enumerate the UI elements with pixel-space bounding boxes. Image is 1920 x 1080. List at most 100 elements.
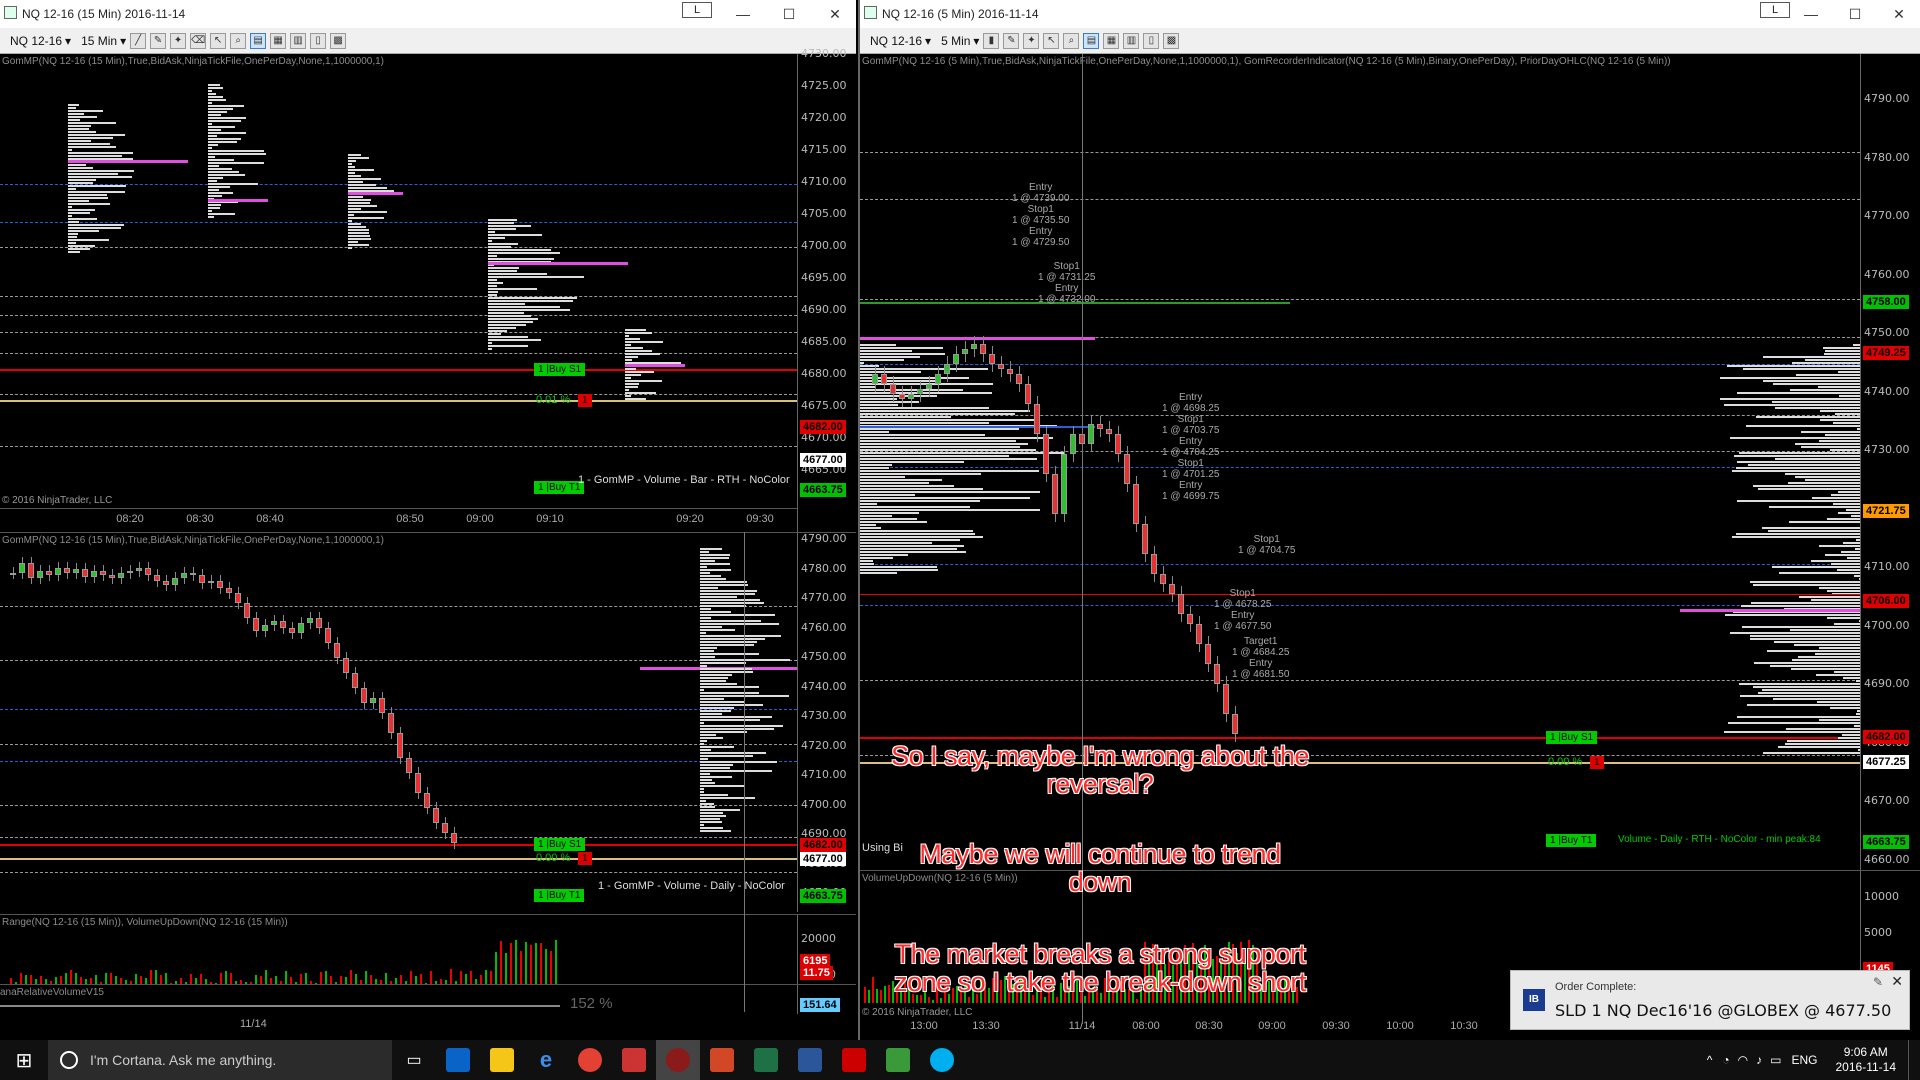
minimize-button[interactable]: — xyxy=(720,0,766,28)
task-view-icon[interactable]: ▭ xyxy=(392,1040,436,1080)
tws-icon[interactable] xyxy=(612,1040,656,1080)
close-button[interactable]: ✕ xyxy=(812,0,856,28)
clock[interactable]: 9:06 AM 2016-11-14 xyxy=(1836,1045,1897,1075)
toast-close-button[interactable]: ✕ xyxy=(1891,973,1903,990)
table-icon[interactable]: ▩ xyxy=(1163,32,1180,49)
data-box-icon[interactable]: ▯ xyxy=(310,32,327,49)
strategy-icon[interactable]: ✦ xyxy=(1023,32,1040,49)
pencil-icon[interactable]: ✎ xyxy=(150,32,167,49)
pin-icon[interactable]: ✎ xyxy=(1873,975,1883,989)
powerpoint-icon[interactable] xyxy=(700,1040,744,1080)
order-label[interactable]: 1 |Buy T1 xyxy=(1546,834,1597,847)
candle xyxy=(235,593,241,603)
cursor-icon[interactable]: ↖ xyxy=(1043,32,1060,49)
link-button[interactable]: L xyxy=(1760,2,1790,18)
volume-profile-bar xyxy=(348,157,369,159)
order-label[interactable]: 1 |Buy S1 xyxy=(534,363,586,376)
chart-trader-icon[interactable]: ▤ xyxy=(250,32,267,49)
interval-selector[interactable]: 5 Min ▾ xyxy=(941,34,979,48)
order-complete-toast[interactable]: IB Order Complete: SLD 1 NQ Dec16'16 @GL… xyxy=(1510,970,1910,1030)
language-indicator[interactable]: ENG xyxy=(1791,1053,1817,1067)
price-axis[interactable]: 4730.00 4725.00 4720.00 4715.00 4710.00 4705.… xyxy=(797,47,855,532)
close-button[interactable]: ✕ xyxy=(1876,0,1920,28)
right-title-bar: NQ 12-16 (5 Min) 2016-11-14 L — ☐ ✕ xyxy=(860,0,1920,28)
order-label[interactable]: 1 |Buy S1 xyxy=(534,838,586,851)
network-icon[interactable]: ◔ xyxy=(1722,1053,1729,1067)
volume-profile-bar xyxy=(1762,752,1860,754)
excel-icon[interactable] xyxy=(744,1040,788,1080)
pencil-icon[interactable]: ✎ xyxy=(1003,32,1020,49)
file-explorer-icon[interactable] xyxy=(480,1040,524,1080)
range-pane[interactable]: Range(NQ 12-16 (15 Min)), VolumeUpDown(N… xyxy=(0,914,856,985)
order-label[interactable]: 1 xyxy=(1590,756,1604,769)
volume-profile-bar xyxy=(700,788,704,790)
link-button[interactable]: L xyxy=(682,2,712,18)
price-axis[interactable]: 4790.00 4780.00 4770.00 4760.00 4750.00 4740.… xyxy=(1860,54,1920,870)
order-label[interactable]: 1 xyxy=(578,852,592,865)
cortana-search-box[interactable]: I'm Cortana. Ask me anything. xyxy=(48,1040,392,1080)
maximize-button[interactable]: ☐ xyxy=(766,0,812,28)
strategy-icon[interactable]: ✦ xyxy=(170,32,187,49)
data-box-icon[interactable]: ▯ xyxy=(1143,32,1160,49)
volume-profile-bar xyxy=(488,267,520,269)
notification-icon[interactable] xyxy=(1908,1040,1920,1080)
axis-tick: 4720.00 xyxy=(801,111,847,124)
volume-profile-bar xyxy=(208,159,235,161)
volume-profile-bar xyxy=(208,108,234,110)
minimize-button[interactable]: — xyxy=(1788,0,1834,28)
volume-profile-bar xyxy=(348,187,388,189)
volume-profile-bar xyxy=(625,368,636,370)
wifi-icon[interactable]: ◠ xyxy=(1738,1053,1748,1067)
instrument-selector[interactable]: NQ 12-16 ▾ xyxy=(10,34,71,48)
outlook-icon[interactable] xyxy=(436,1040,480,1080)
relative-volume-pane[interactable]: anaRelativeVolumeV15 152 % 151.64 xyxy=(0,984,856,1014)
bar-type-icon[interactable]: ▮ xyxy=(983,32,1000,49)
left-bottom-price-pane[interactable]: GomMP(NQ 12-16 (15 Min),True,BidAsk,Ninj… xyxy=(0,532,856,929)
keyboard-icon[interactable]: ▭ xyxy=(1770,1053,1781,1067)
draw-line-icon[interactable]: ╱ xyxy=(130,32,147,49)
windows-start-icon[interactable]: ⊞ xyxy=(0,1040,48,1080)
properties-icon[interactable]: ▥ xyxy=(290,32,307,49)
price-level-line xyxy=(0,247,797,248)
order-label[interactable]: 1 |Buy S1 xyxy=(1546,731,1598,744)
ninjatrader-icon[interactable] xyxy=(656,1040,700,1080)
volume-profile-bar xyxy=(1832,503,1860,505)
cursor-icon[interactable]: ↖ xyxy=(210,32,227,49)
tray-chevron-icon[interactable]: ^ xyxy=(1707,1053,1713,1067)
chrome-icon[interactable] xyxy=(568,1040,612,1080)
app-icon-red[interactable] xyxy=(832,1040,876,1080)
volume-profile-bar xyxy=(488,270,517,272)
indicators-icon[interactable]: ▦ xyxy=(270,32,287,49)
maximize-button[interactable]: ☐ xyxy=(1832,0,1878,28)
skype-icon[interactable] xyxy=(920,1040,964,1080)
zoom-icon[interactable]: ⌕ xyxy=(230,32,247,49)
edge-icon[interactable]: e xyxy=(524,1040,568,1080)
volume-profile-bar xyxy=(1724,404,1860,406)
axis-tick: 4700.00 xyxy=(1864,618,1910,632)
volume-profile-bar xyxy=(1851,515,1860,517)
eraser-icon[interactable]: ⌫ xyxy=(190,32,207,49)
app-icon-green[interactable] xyxy=(876,1040,920,1080)
interval-selector[interactable]: 15 Min ▾ xyxy=(81,34,126,48)
word-icon[interactable] xyxy=(788,1040,832,1080)
volume-profile-bar xyxy=(488,240,492,242)
chart-trader-icon[interactable]: ▤ xyxy=(1083,32,1100,49)
zoom-icon[interactable]: ⌕ xyxy=(1063,32,1080,49)
table-icon[interactable]: ▩ xyxy=(330,32,347,49)
instrument-selector[interactable]: NQ 12-16 ▾ xyxy=(870,34,931,48)
volume-profile-bar xyxy=(488,336,528,338)
order-label[interactable]: 1 xyxy=(578,394,592,407)
volume-profile-bar xyxy=(348,160,356,162)
volume-profile-bar xyxy=(860,434,986,436)
volume-profile-bar xyxy=(860,413,1016,415)
order-label[interactable]: 1 |Buy T1 xyxy=(534,889,585,902)
order-label[interactable]: 1 |Buy T1 xyxy=(534,481,585,494)
volume-profile-bar xyxy=(488,246,512,248)
candle xyxy=(163,581,169,585)
properties-icon[interactable]: ▥ xyxy=(1123,32,1140,49)
volume-profile-bar xyxy=(1846,557,1860,559)
indicators-icon[interactable]: ▦ xyxy=(1103,32,1120,49)
left-top-price-pane[interactable]: GomMP(NQ 12-16 (15 Min),True,BidAsk,Ninj… xyxy=(0,47,856,532)
volume-icon[interactable]: ♪ xyxy=(1756,1053,1762,1067)
price-axis[interactable]: 4790.00 4780.00 4770.00 4760.00 4750.00 4740.… xyxy=(797,532,855,929)
